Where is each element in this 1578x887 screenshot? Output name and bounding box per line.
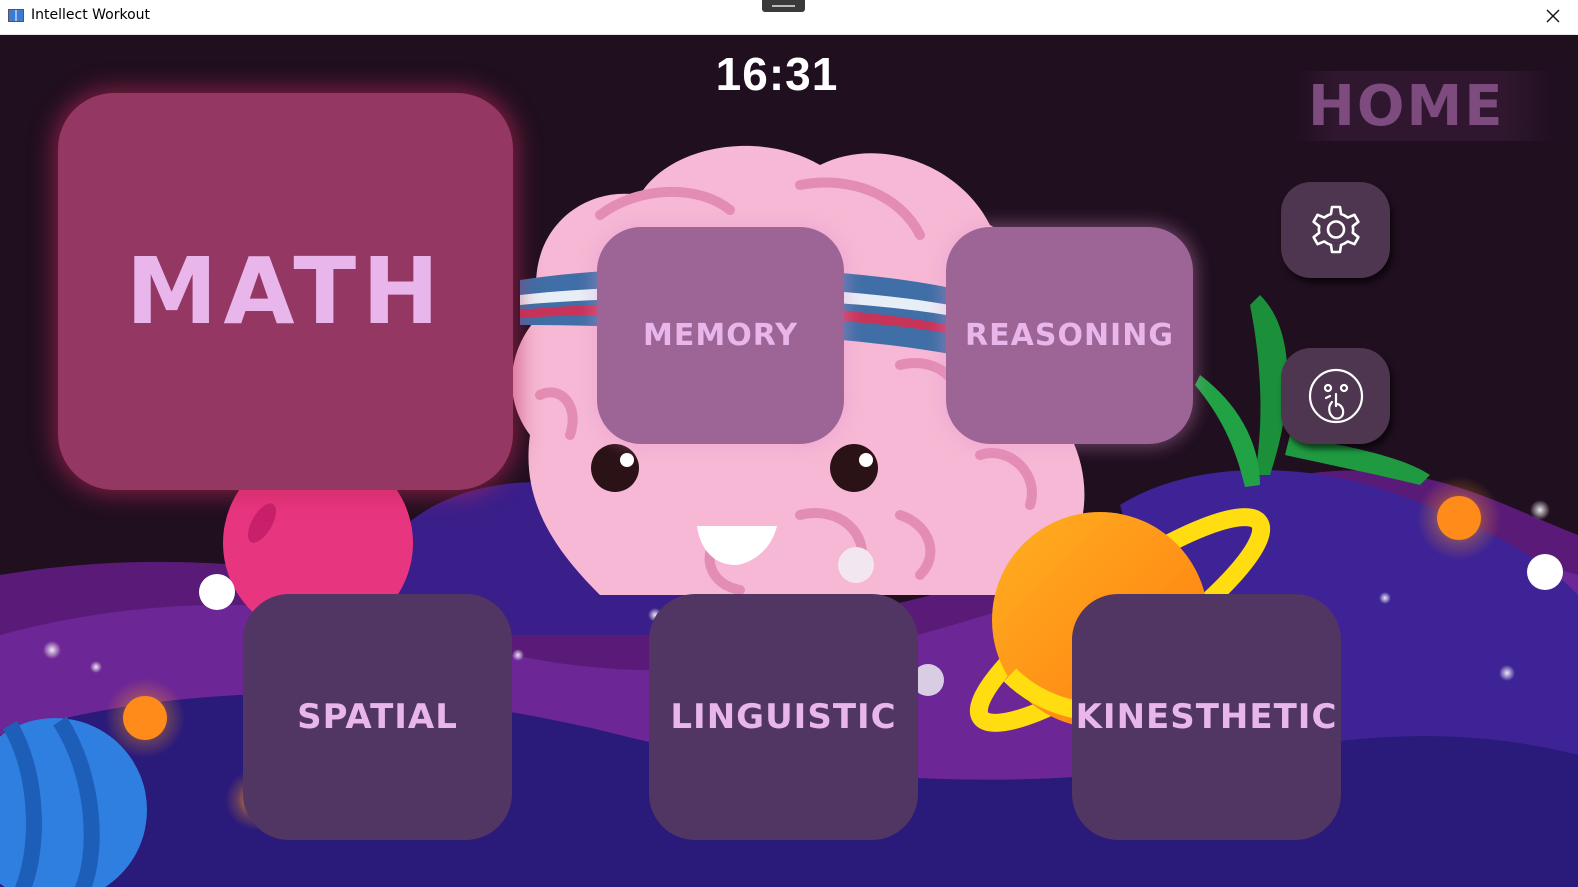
window-title: Intellect Workout (31, 7, 151, 23)
math-button[interactable]: MATH (58, 93, 513, 490)
shush-face-icon (1308, 368, 1363, 424)
reasoning-button[interactable]: REASONING (946, 227, 1193, 444)
app-icon (8, 9, 24, 22)
close-button[interactable] (1538, 2, 1568, 30)
close-icon (1546, 9, 1560, 23)
page-title: HOME (1296, 71, 1556, 141)
kinesthetic-button[interactable]: KINESTHETIC (1072, 594, 1341, 840)
settings-button[interactable] (1281, 182, 1390, 278)
game-stage: 16:31 HOME MATH MEMORY REASONING SPATIAL… (0, 35, 1578, 887)
title-bar: Intellect Workout (0, 0, 1578, 35)
mute-button[interactable] (1281, 348, 1390, 444)
app-window: Intellect Workout 16:31 HOME MATH MEMORY… (0, 0, 1578, 887)
spatial-button[interactable]: SPATIAL (243, 594, 512, 840)
memory-button[interactable]: MEMORY (597, 227, 844, 444)
drag-handle[interactable] (762, 0, 805, 12)
clock-time: 16:31 (715, 48, 839, 100)
gear-icon (1311, 205, 1360, 254)
linguistic-button[interactable]: LINGUISTIC (649, 594, 918, 840)
